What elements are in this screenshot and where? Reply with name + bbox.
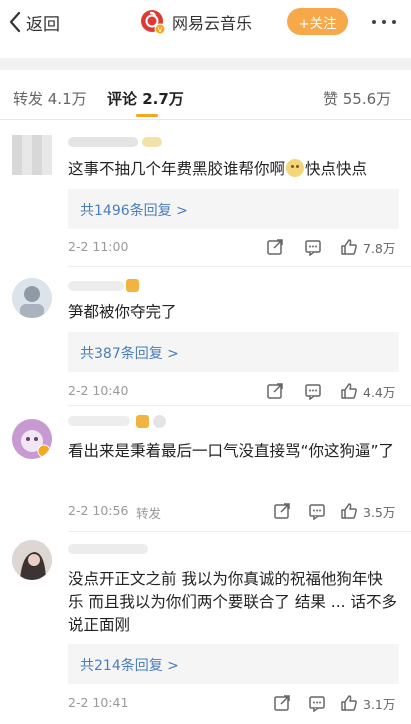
user-avatar[interactable] [12, 278, 52, 318]
comment-text: 笋都被你夺完了 [68, 303, 177, 321]
username-blurred[interactable] [68, 281, 124, 291]
comment-meta: 2-2 10:41 3.1万 [68, 693, 399, 713]
tab-comments[interactable]: 评论 2.7万 [107, 88, 184, 109]
comment-time: 2-2 10:40 [68, 383, 129, 398]
comment-icon[interactable] [308, 501, 326, 521]
comment-text: 看出来是秉着最后一口气没直接骂“你这狗逼”了 [68, 442, 395, 460]
comment-item: 没点开正文之前 我以为你真诚的祝福他狗年快乐 而且我以为你们两个要联合了 结果 … [0, 532, 411, 724]
like-button[interactable]: 7.8万 [340, 237, 395, 257]
view-replies-link[interactable]: 共387条回复 > [80, 343, 179, 363]
repost-label[interactable]: 转发 [136, 503, 161, 522]
back-label: 返回 [26, 14, 60, 35]
user-avatar[interactable] [12, 419, 52, 459]
comment-time: 2-2 10:41 [68, 695, 129, 710]
comment-icon[interactable] [304, 237, 322, 257]
section-gap [0, 58, 411, 70]
comment-item: 笋都被你夺完了 共387条回复 > 2-2 10:40 4.4万 [0, 267, 411, 406]
comment-text: 没点开正文之前 我以为你真诚的祝福他狗年快乐 而且我以为你们两个要联合了 结果 … [68, 570, 397, 634]
thumbs-up-icon [341, 695, 357, 711]
comment-icon[interactable] [308, 693, 326, 713]
thumbs-up-icon [341, 383, 357, 399]
vip-badge-icon [136, 415, 149, 428]
tab-reposts[interactable]: 转发 4.1万 [13, 88, 87, 109]
comment-item: 看出来是秉着最后一口气没直接骂“你这狗逼”了 2-2 10:56 转发 3.5万 [0, 406, 411, 532]
comment-time: 2-2 11:00 [68, 239, 129, 254]
account-title[interactable]: V 网易云音乐 [140, 8, 252, 36]
like-count: 4.4万 [363, 384, 396, 400]
interaction-tabs: 转发 4.1万 评论 2.7万 赞 55.6万 [0, 70, 411, 120]
share-icon[interactable] [266, 237, 284, 257]
follow-button[interactable]: +关注 [287, 8, 348, 35]
comment-text: 这事不抽几个年费黑胶谁帮你啊 快点快点 [68, 159, 368, 178]
account-name: 网易云音乐 [172, 14, 253, 33]
reply-summary[interactable]: 共387条回复 > [68, 332, 399, 372]
like-count: 3.1万 [363, 696, 396, 712]
back-button[interactable]: 返回 [8, 8, 60, 36]
username-blurred[interactable] [68, 544, 148, 554]
comment-icon[interactable] [304, 381, 322, 401]
comment-time: 2-2 10:56 [68, 503, 129, 518]
chevron-left-icon [9, 11, 21, 33]
comment-meta: 2-2 10:56 转发 3.5万 [68, 501, 399, 521]
smirk-emoji-icon [286, 159, 305, 177]
svg-text:V: V [158, 26, 163, 34]
vip-badge-icon [126, 279, 139, 292]
share-icon[interactable] [266, 381, 284, 401]
username-blurred[interactable] [68, 416, 130, 426]
share-icon[interactable] [273, 501, 291, 521]
like-button[interactable]: 3.5万 [340, 501, 395, 521]
like-button[interactable]: 3.1万 [340, 693, 395, 713]
active-tab-indicator [136, 114, 158, 117]
view-replies-link[interactable]: 共214条回复 > [80, 655, 179, 675]
share-icon[interactable] [273, 693, 291, 713]
comment-item: 这事不抽几个年费黑胶谁帮你啊 快点快点 共1496条回复 > 2-2 11:00 … [0, 121, 411, 267]
like-button[interactable]: 4.4万 [340, 381, 395, 401]
username-blurred[interactable] [68, 137, 138, 147]
thumbs-up-icon [341, 503, 357, 519]
vip-badge-icon [142, 137, 162, 147]
netease-music-logo: V [140, 9, 166, 35]
top-nav-bar: 返回 V 网易云音乐 +关注 [0, 0, 411, 44]
user-avatar[interactable] [12, 135, 52, 175]
user-avatar[interactable] [12, 540, 52, 580]
like-count: 7.8万 [363, 240, 396, 256]
comment-meta: 2-2 11:00 7.8万 [68, 237, 399, 257]
reply-summary[interactable]: 共214条回复 > [68, 644, 399, 684]
tab-likes[interactable]: 赞 55.6万 [323, 88, 391, 109]
thumbs-up-icon [341, 239, 357, 255]
more-options-icon[interactable] [368, 11, 400, 33]
view-replies-link[interactable]: 共1496条回复 > [80, 200, 188, 220]
reply-summary[interactable]: 共1496条回复 > [68, 189, 399, 229]
like-count: 3.5万 [363, 504, 396, 520]
fan-badge-icon [153, 415, 166, 428]
comment-meta: 2-2 10:40 4.4万 [68, 381, 399, 401]
